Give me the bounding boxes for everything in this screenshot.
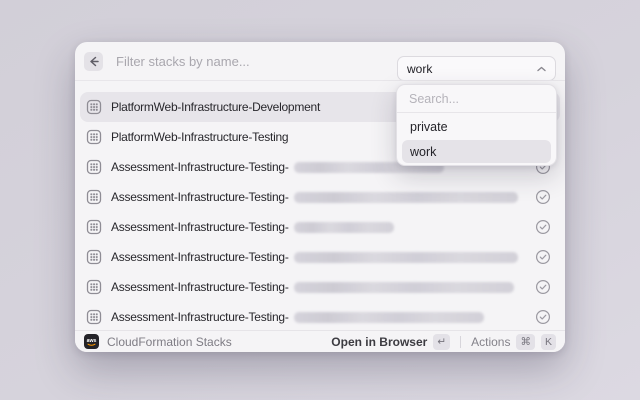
dropdown-option-private[interactable]: private	[402, 115, 551, 138]
extension-name: CloudFormation Stacks	[107, 335, 232, 349]
check-circle-icon	[535, 309, 551, 325]
grid-icon	[86, 249, 102, 265]
dropdown-panel: private work	[396, 84, 557, 166]
redacted-text	[294, 282, 514, 293]
dropdown-option-label: work	[410, 145, 436, 159]
svg-text:aws: aws	[87, 338, 97, 344]
dropdown-option-label: private	[410, 120, 448, 134]
check-circle-icon	[535, 249, 551, 265]
dropdown-option-work[interactable]: work	[402, 140, 551, 163]
check-circle-icon	[535, 189, 551, 205]
aws-icon: aws	[84, 334, 99, 349]
stack-name: PlatformWeb-Infrastructure-Testing	[111, 130, 288, 144]
check-circle-icon	[535, 219, 551, 235]
stack-name: Assessment-Infrastructure-Testing-	[111, 280, 289, 294]
stack-row[interactable]: Assessment-Infrastructure-Testing-	[80, 242, 560, 272]
grid-icon	[86, 99, 102, 115]
raycast-window: work PlatformWeb-Infrastructure-Developm…	[75, 42, 565, 352]
redacted-text	[294, 312, 484, 323]
stack-name: PlatformWeb-Infrastructure-Development	[111, 100, 320, 114]
grid-icon	[86, 129, 102, 145]
grid-icon	[86, 189, 102, 205]
arrow-left-icon	[88, 56, 99, 67]
divider	[460, 336, 461, 348]
command-key-icon: ⌘	[516, 334, 535, 350]
stack-row[interactable]: Assessment-Infrastructure-Testing-	[80, 182, 560, 212]
stack-name: Assessment-Infrastructure-Testing-	[111, 220, 289, 234]
grid-icon	[86, 159, 102, 175]
stack-row[interactable]: Assessment-Infrastructure-Testing-	[80, 272, 560, 302]
k-key-icon: K	[541, 334, 556, 350]
divider	[397, 112, 556, 113]
open-in-browser-action[interactable]: Open in Browser	[331, 335, 427, 349]
grid-icon	[86, 219, 102, 235]
return-key-icon: ↵	[433, 334, 450, 350]
search-bar: work	[75, 42, 565, 80]
stack-name: Assessment-Infrastructure-Testing-	[111, 190, 289, 204]
stack-name: Assessment-Infrastructure-Testing-	[111, 160, 289, 174]
footer-bar: aws CloudFormation Stacks Open in Browse…	[75, 330, 565, 352]
dropdown-search-input[interactable]	[402, 85, 551, 112]
grid-icon	[86, 309, 102, 325]
workspace-dropdown[interactable]: work	[397, 56, 556, 81]
stack-row[interactable]: Assessment-Infrastructure-Testing-	[80, 302, 560, 330]
stack-row[interactable]: Assessment-Infrastructure-Testing-	[80, 212, 560, 242]
stack-name: Assessment-Infrastructure-Testing-	[111, 250, 289, 264]
chevron-up-icon	[537, 66, 546, 72]
check-circle-icon	[535, 279, 551, 295]
redacted-text	[294, 192, 518, 203]
actions-button[interactable]: Actions	[471, 335, 510, 349]
dropdown-value: work	[407, 62, 537, 76]
stack-name: Assessment-Infrastructure-Testing-	[111, 310, 289, 324]
grid-icon	[86, 279, 102, 295]
back-button[interactable]	[84, 52, 103, 71]
redacted-text	[294, 222, 394, 233]
redacted-text	[294, 252, 518, 263]
